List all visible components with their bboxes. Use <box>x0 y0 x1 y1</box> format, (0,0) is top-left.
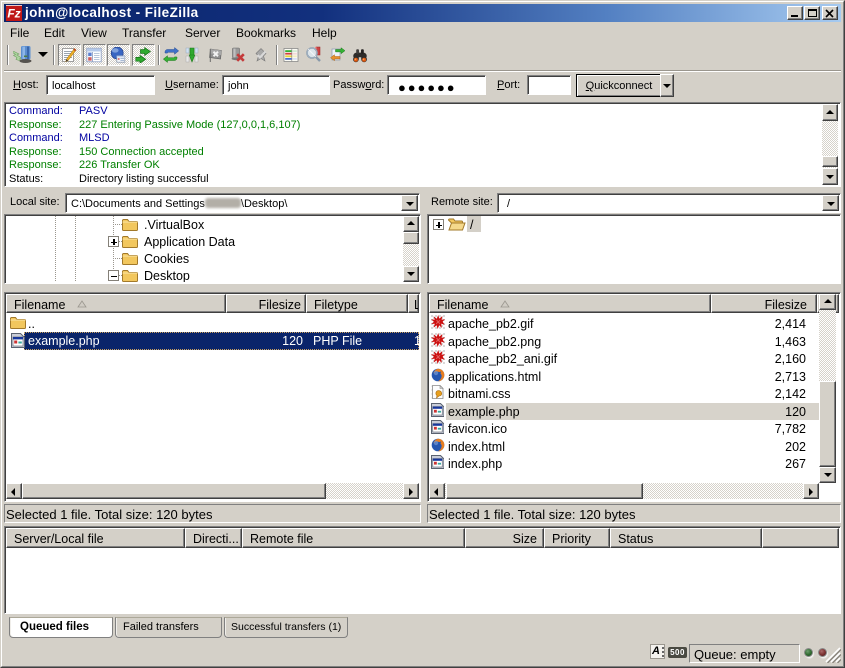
svg-text:Fz: Fz <box>7 7 20 21</box>
